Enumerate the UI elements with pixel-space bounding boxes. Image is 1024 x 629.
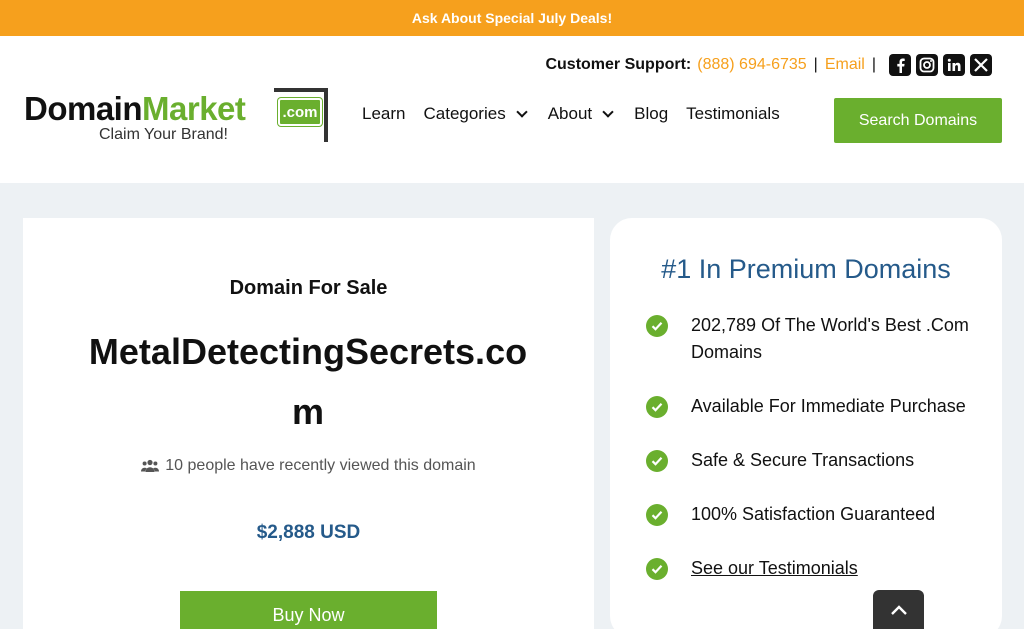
logo-com-sign: .com	[278, 98, 322, 126]
facebook-icon[interactable]	[889, 54, 911, 76]
promo-text[interactable]: Ask About Special July Deals!	[412, 10, 612, 26]
site-header: Customer Support: (888) 694-6735 | Email…	[0, 36, 1024, 183]
chevron-down-icon	[516, 106, 528, 118]
benefits-list: 202,789 Of The World's Best .Com Domains…	[646, 312, 976, 609]
benefits-card: #1 In Premium Domains 202,789 Of The Wor…	[610, 218, 1002, 629]
support-label: Customer Support:	[545, 56, 692, 73]
logo-tagline: Claim Your Brand!	[99, 126, 228, 143]
benefit-text: 202,789 Of The World's Best .Com Domains	[691, 315, 969, 362]
check-circle-icon	[646, 504, 668, 526]
list-item: 100% Satisfaction Guaranteed	[646, 501, 976, 528]
benefit-text: Safe & Secure Transactions	[691, 450, 915, 470]
divider: |	[813, 56, 818, 73]
chevron-down-icon	[602, 106, 614, 118]
viewer-text: 10 people have recently viewed this doma…	[165, 457, 476, 474]
list-item: Available For Immediate Purchase	[646, 393, 976, 420]
logo-sign-post	[324, 88, 328, 142]
check-circle-icon	[646, 558, 668, 580]
check-circle-icon	[646, 315, 668, 337]
support-email-link[interactable]: Email	[825, 56, 865, 74]
x-icon[interactable]	[970, 54, 992, 76]
benefit-text: Available For Immediate Purchase	[691, 396, 966, 416]
linkedin-icon[interactable]	[943, 54, 965, 76]
nav-learn[interactable]: Learn	[362, 104, 405, 124]
buy-now-button[interactable]: Buy Now	[180, 591, 437, 629]
chevron-up-icon	[890, 604, 907, 615]
divider: |	[871, 56, 876, 73]
main-nav: Learn Categories About Blog Testimonials	[362, 104, 780, 124]
social-links	[889, 54, 992, 76]
logo-wordmark: DomainMarket	[24, 90, 246, 127]
nav-about[interactable]: About	[548, 104, 616, 124]
support-phone-link[interactable]: (888) 694-6735	[697, 56, 806, 74]
nav-categories[interactable]: Categories	[423, 104, 529, 124]
viewer-count: 10 people have recently viewed this doma…	[23, 457, 594, 475]
logo-sign-arm	[274, 88, 328, 92]
list-item: See our Testimonials	[646, 555, 976, 582]
listing-heading: Domain For Sale	[229, 277, 388, 299]
list-item: Safe & Secure Transactions	[646, 447, 976, 474]
nav-blog[interactable]: Blog	[634, 104, 668, 124]
instagram-icon[interactable]	[916, 54, 938, 76]
users-icon	[141, 459, 160, 472]
domain-name: MetalDetectingSecrets.com	[88, 331, 528, 432]
promo-banner[interactable]: Ask About Special July Deals!	[0, 0, 1024, 36]
support-bar: Customer Support: (888) 694-6735 | Email…	[545, 54, 992, 76]
benefits-title: #1 In Premium Domains	[661, 254, 951, 284]
check-circle-icon	[646, 450, 668, 472]
check-circle-icon	[646, 396, 668, 418]
listing-card: Domain For Sale MetalDetectingSecrets.co…	[23, 218, 594, 629]
testimonials-link[interactable]: See our Testimonials	[691, 555, 858, 582]
nav-testimonials[interactable]: Testimonials	[686, 104, 780, 124]
scroll-to-top-button[interactable]	[873, 590, 924, 629]
list-item: 202,789 Of The World's Best .Com Domains	[646, 312, 976, 366]
search-domains-button[interactable]: Search Domains	[834, 98, 1002, 143]
domain-price: $2,888 USD	[256, 522, 361, 543]
site-logo[interactable]: DomainMarket .com Claim Your Brand!	[24, 86, 334, 148]
benefit-text: 100% Satisfaction Guaranteed	[691, 504, 936, 524]
